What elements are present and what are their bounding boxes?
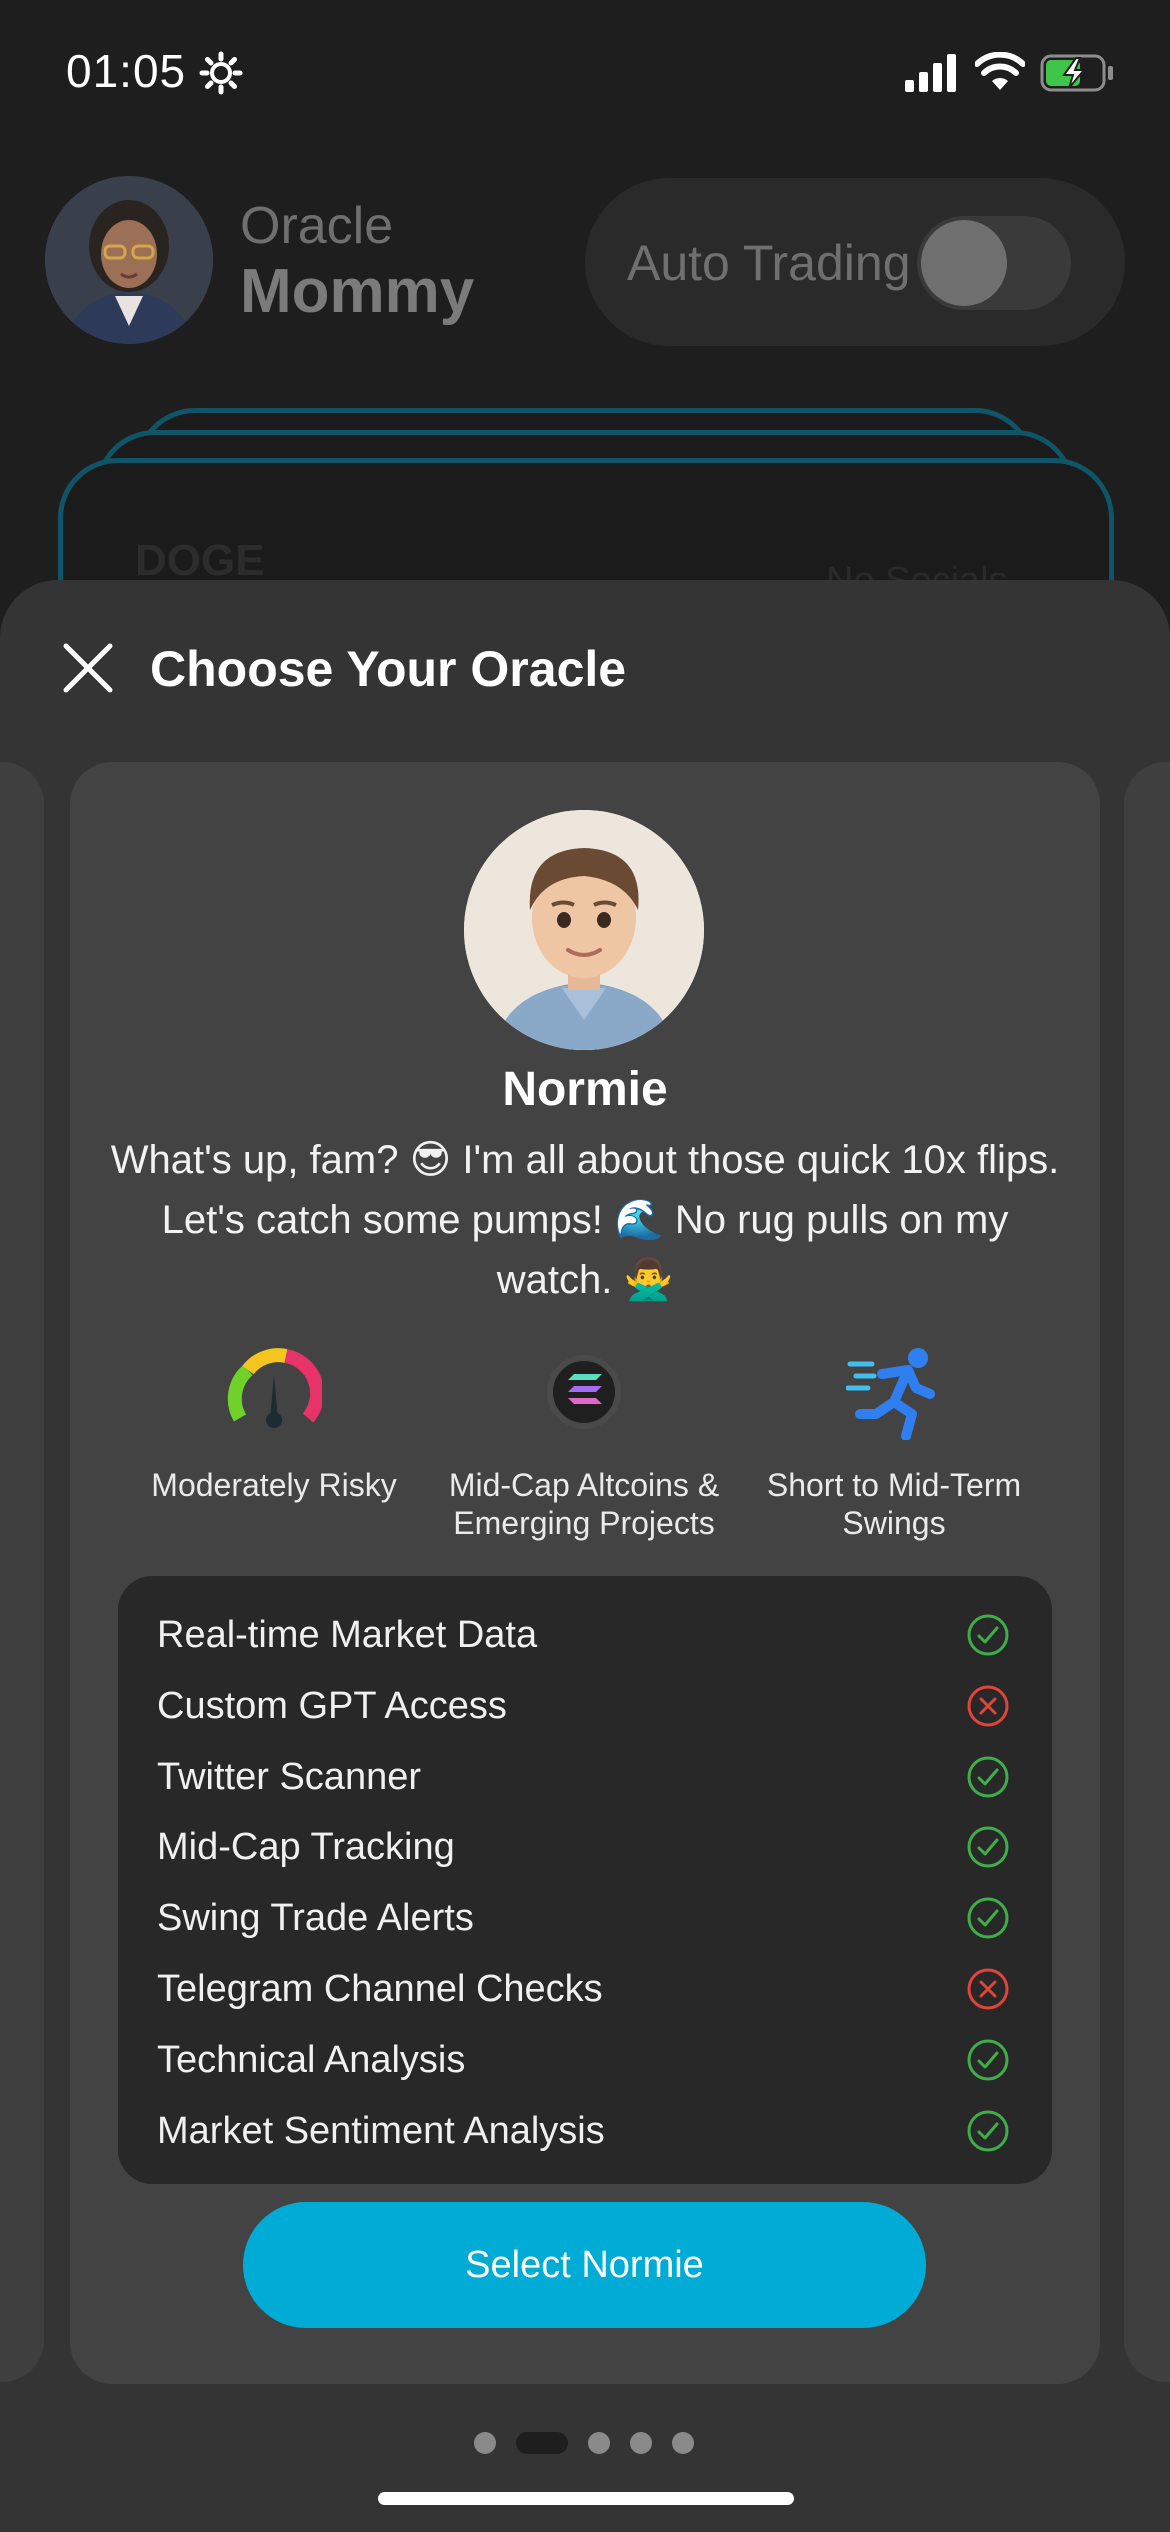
feature-row: Real-time Market Data (157, 1606, 1017, 1666)
feature-label: Real-time Market Data (157, 1614, 538, 1656)
feature-label: Market Sentiment Analysis (157, 2109, 605, 2152)
cross-circle-icon (967, 1685, 1009, 1727)
status-bar: 01:05 (0, 0, 1170, 140)
running-person-icon (846, 1348, 935, 1440)
persona-name: Normie (502, 1063, 668, 1116)
persona-description: What's up, fam? 😎 I'm all about those qu… (110, 1138, 1060, 1302)
feature-label: Custom GPT Access (157, 1684, 507, 1727)
page-dot-active[interactable] (516, 2432, 568, 2454)
close-icon[interactable] (60, 640, 116, 696)
next-oracle-card[interactable] (1124, 762, 1170, 2382)
features-list (118, 1576, 1052, 2184)
home-indicator[interactable] (378, 2492, 794, 2505)
page-dot[interactable] (588, 2432, 610, 2454)
previous-oracle-card[interactable] (0, 762, 44, 2382)
solana-coin-icon (547, 1355, 621, 1429)
check-circle-icon (967, 1756, 1009, 1798)
page-dot[interactable] (630, 2432, 652, 2454)
cross-circle-icon (967, 1968, 1009, 2010)
oracle-mommy-portrait (45, 176, 213, 344)
feature-row: Market Sentiment Analysis (157, 2102, 1017, 2162)
check-circle-icon (967, 1826, 1009, 1868)
feature-label: Twitter Scanner (157, 1755, 421, 1798)
persona-avatar (464, 810, 704, 1050)
risk-gauge-icon (227, 1348, 322, 1428)
feature-row: Technical Analysis (157, 2031, 1017, 2091)
feature-label: Swing Trade Alerts (157, 1897, 474, 1940)
oracle-label: Oracle (240, 197, 394, 255)
cellular-signal-icon (905, 54, 956, 92)
coin-symbol: DOGE (135, 536, 265, 585)
page-dot[interactable] (474, 2432, 496, 2454)
feature-row: Telegram Channel Checks (157, 1960, 1017, 2020)
select-oracle-button[interactable]: Select Normie (243, 2202, 926, 2328)
status-time: 01:05 (66, 45, 187, 97)
feature-row: Custom GPT Access (157, 1677, 1017, 1737)
auto-trading-label: Auto Trading (627, 235, 911, 291)
attribute-label: Mid-Cap Altcoins & Emerging Projects (448, 1467, 720, 1541)
feature-row: Mid-Cap Tracking (157, 1818, 1017, 1878)
feature-label: Technical Analysis (157, 2038, 466, 2081)
toggle-knob[interactable] (921, 220, 1007, 306)
sheet-title: Choose Your Oracle (150, 641, 627, 697)
feature-label: Telegram Channel Checks (157, 1968, 603, 2010)
attribute-label: Short to Mid-Term Swings (766, 1467, 1022, 1541)
check-circle-icon (967, 2039, 1009, 2081)
wifi-icon (975, 52, 1025, 90)
attribute-label: Moderately Risky (151, 1467, 397, 1503)
oracle-avatar[interactable] (45, 176, 213, 344)
gear-icon (199, 51, 243, 95)
feature-row: Swing Trade Alerts (157, 1889, 1017, 1949)
battery-charging-icon (1040, 54, 1113, 92)
feature-row: Twitter Scanner (157, 1748, 1017, 1808)
check-circle-icon (967, 2110, 1009, 2152)
normie-portrait (464, 810, 704, 1050)
check-circle-icon (967, 1897, 1009, 1939)
feature-label: Mid-Cap Tracking (157, 1826, 455, 1869)
page-dot[interactable] (672, 2432, 694, 2454)
check-circle-icon (967, 1614, 1009, 1656)
oracle-name: Mommy (240, 257, 475, 326)
